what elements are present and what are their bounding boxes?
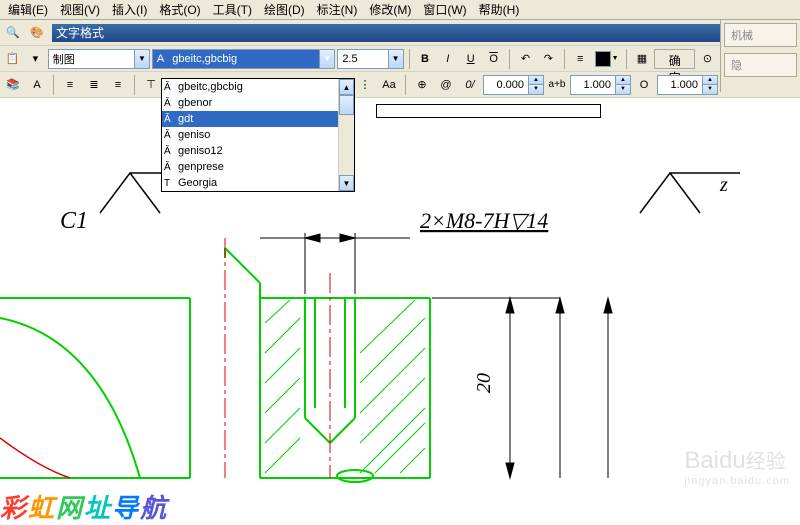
font-option[interactable]: Ǎgbeitc,gbcbig (162, 79, 354, 95)
underline-button[interactable]: U (460, 48, 481, 70)
width-icon: O (633, 74, 655, 96)
find-icon[interactable]: 🔍 (2, 22, 24, 44)
spin-down-icon[interactable]: ▼ (615, 85, 630, 94)
menu-format[interactable]: 格式(O) (153, 0, 206, 20)
dropdown-scrollbar[interactable]: ▲ ▼ (338, 79, 354, 191)
tracking-field[interactable]: 1.000 ▲▼ (570, 75, 631, 95)
tracking-icon: a+b (546, 74, 568, 96)
font-option[interactable]: Ǎgeniso12 (162, 143, 354, 159)
menu-view[interactable]: 视图(V) (54, 0, 106, 20)
menu-draw[interactable]: 绘图(D) (258, 0, 311, 20)
toolbar-row-1: 🔍 🎨 文字格式 (0, 20, 800, 46)
chevron-down-icon[interactable]: ▼ (319, 50, 334, 68)
layer-icon[interactable]: 📋 (2, 48, 23, 70)
chevron-down-icon[interactable]: ▼ (388, 50, 403, 68)
overline-button[interactable]: O (483, 48, 504, 70)
width-factor-field[interactable]: 1.000 ▲▼ (657, 75, 718, 95)
font-dropdown-list[interactable]: Ǎgbeitc,gbcbig Ǎgbenor Ǎgdt Ǎgeniso Ǎgen… (161, 78, 355, 192)
redo-icon[interactable]: ↷ (538, 48, 559, 70)
toolbar-row-2: 📋 ▾ 制图▼ Agbeitc,gbcbig▼ 2.5▼ B I U O ↶ ↷… (0, 46, 800, 72)
ok-button[interactable]: 确定 (654, 49, 695, 69)
font-option[interactable]: Ǎgenprese (162, 159, 354, 175)
label-c1: C1 (60, 208, 88, 234)
menu-help[interactable]: 帮助(H) (473, 0, 526, 20)
field-icon[interactable]: ⊕ (411, 74, 433, 96)
font-option-selected[interactable]: Ǎgdt (162, 111, 354, 127)
bold-button[interactable]: B (414, 48, 435, 70)
justify-top-icon[interactable]: ⊤ (140, 74, 162, 96)
rainbow-footer-text: 彩虹网址导航 (0, 488, 168, 525)
ruler-icon[interactable]: ▦ (631, 48, 652, 70)
spin-up-icon[interactable]: ▲ (702, 76, 717, 85)
scroll-thumb[interactable] (339, 95, 354, 115)
right-tab-hidden[interactable]: 隐 (724, 53, 797, 77)
undo-icon[interactable]: ↶ (515, 48, 536, 70)
layer-combo[interactable]: 制图▼ (48, 49, 150, 69)
align-center-icon[interactable]: ≣ (83, 74, 105, 96)
fontsize-combo[interactable]: 2.5▼ (337, 49, 403, 69)
drawing-canvas[interactable]: C1 z z 2×M8-7H▽14 20 Baidu经验 jingyan.bai… (0, 118, 800, 525)
text-format-titlebar: 文字格式 (52, 24, 798, 42)
scroll-up-icon[interactable]: ▲ (339, 79, 354, 95)
toolbar-row-3: 📚 A ≡ ≣ ≡ ⊤ ⊢ ≡ ⋮ Aa ⊕ @ 0/ 0.000 ▲▼ a+b… (0, 72, 800, 98)
font-combo[interactable]: Agbeitc,gbcbig▼ (152, 49, 335, 69)
options-icon[interactable]: ⊙ (697, 48, 718, 70)
stack-icon[interactable]: ≡ (570, 48, 591, 70)
drop-icon[interactable]: ▾ (25, 48, 46, 70)
cad-drawing: C1 z z 2×M8-7H▽14 20 (0, 118, 800, 498)
layers-icon[interactable]: 📚 (2, 74, 24, 96)
menu-tools[interactable]: 工具(T) (207, 0, 258, 20)
at-icon[interactable]: @ (435, 74, 457, 96)
right-tab-mechanical[interactable]: 机械 (724, 23, 797, 47)
palette-icon[interactable]: 🎨 (26, 22, 48, 44)
menu-insert[interactable]: 插入(I) (106, 0, 153, 20)
text-edit-ruler[interactable] (376, 104, 601, 118)
menu-modify[interactable]: 修改(M) (363, 0, 417, 20)
spin-up-icon[interactable]: ▲ (528, 76, 543, 85)
align-left-icon[interactable]: ≡ (59, 74, 81, 96)
menu-window[interactable]: 窗口(W) (417, 0, 472, 20)
thread-note: 2×M8-7H▽14 (420, 208, 548, 233)
oblique-angle-field[interactable]: 0.000 ▲▼ (483, 75, 544, 95)
font-option[interactable]: Ǎgeniso (162, 127, 354, 143)
dim-20: 20 (473, 373, 495, 393)
watermark: Baidu经验 jingyan.baidu.com (684, 445, 790, 487)
list-bullet-icon[interactable]: ⋮ (354, 74, 376, 96)
diameter-icon[interactable]: 0/ (459, 74, 481, 96)
color-swatch[interactable]: ▼ (593, 49, 621, 69)
spin-down-icon[interactable]: ▼ (702, 85, 717, 94)
text-style-icon[interactable]: A (26, 74, 48, 96)
font-option[interactable]: TGeorgia (162, 175, 354, 191)
uppercase-icon[interactable]: Aa (378, 74, 400, 96)
menu-bar: 编辑(E) 视图(V) 插入(I) 格式(O) 工具(T) 绘图(D) 标注(N… (0, 0, 800, 20)
font-option[interactable]: Ǎgbenor (162, 95, 354, 111)
right-side-panel: 机械 隐 (720, 20, 800, 92)
italic-button[interactable]: I (437, 48, 458, 70)
spin-up-icon[interactable]: ▲ (615, 76, 630, 85)
align-right-icon[interactable]: ≡ (107, 74, 129, 96)
scroll-down-icon[interactable]: ▼ (339, 175, 354, 191)
chevron-down-icon[interactable]: ▼ (134, 50, 149, 68)
menu-edit[interactable]: 编辑(E) (2, 0, 54, 20)
menu-dimension[interactable]: 标注(N) (311, 0, 364, 20)
spin-down-icon[interactable]: ▼ (528, 85, 543, 94)
label-z-right: z (719, 174, 728, 196)
